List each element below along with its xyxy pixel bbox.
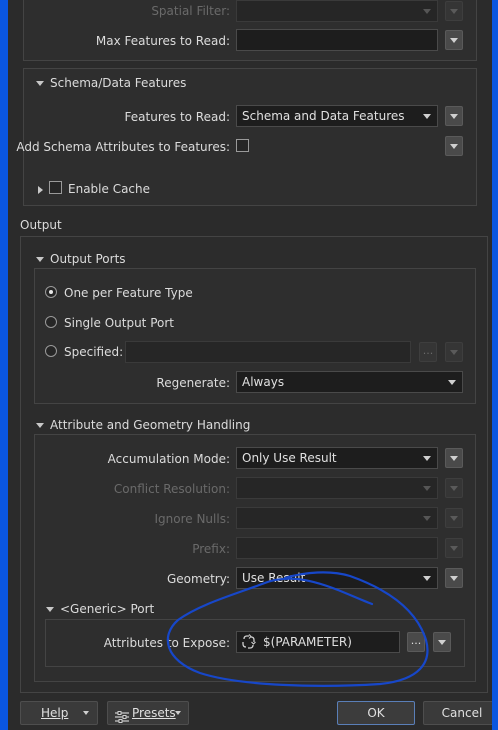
add-schema-attributes-checkbox[interactable] — [236, 139, 249, 152]
accumulation-mode-menu-button[interactable] — [445, 448, 463, 468]
features-to-read-combo[interactable]: Schema and Data Features — [236, 105, 438, 127]
geometry-menu-button[interactable] — [445, 568, 463, 588]
spatial-filter-menu-button — [445, 1, 463, 21]
help-button[interactable]: Help — [20, 701, 98, 725]
presets-icon — [115, 708, 129, 723]
features-to-read-menu-button[interactable] — [445, 106, 463, 126]
generic-port-header[interactable]: <Generic> Port — [46, 602, 154, 616]
regenerate-label: Regenerate: — [156, 376, 230, 390]
conflict-resolution-menu-button — [445, 478, 463, 498]
expand-arrow-icon — [38, 185, 43, 194]
max-features-input[interactable] — [236, 29, 438, 51]
parameters-dialog: Spatial Filter: Max Features to Read: Sc… — [8, 0, 492, 730]
ignore-nulls-label: Ignore Nulls: — [154, 512, 230, 526]
accumulation-mode-label: Accumulation Mode: — [107, 452, 230, 466]
collapse-arrow-icon — [36, 257, 44, 262]
prefix-label: Prefix: — [192, 542, 230, 556]
specified-ellipsis-button: ... — [419, 342, 437, 362]
spatial-filter-label: Spatial Filter: — [151, 4, 230, 18]
output-ports-header[interactable]: Output Ports — [36, 252, 126, 266]
cancel-button[interactable]: Cancel — [423, 701, 492, 725]
single-output-port-label: Single Output Port — [64, 316, 174, 330]
conflict-resolution-combo — [236, 477, 438, 499]
specified-menu-button — [445, 342, 463, 362]
chevron-down-icon — [83, 711, 89, 715]
one-per-feature-type-label: One per Feature Type — [64, 286, 193, 300]
parameter-icon — [241, 634, 257, 650]
specified-label: Specified: — [64, 345, 124, 359]
enable-cache-checkbox[interactable] — [49, 181, 62, 194]
schema-data-features-header[interactable]: Schema/Data Features — [36, 76, 186, 90]
accumulation-mode-combo[interactable]: Only Use Result — [236, 447, 438, 469]
spatial-filter-combo — [236, 0, 438, 22]
max-features-label: Max Features to Read: — [95, 34, 230, 48]
conflict-resolution-label: Conflict Resolution: — [113, 482, 230, 496]
ok-button[interactable]: OK — [337, 701, 415, 725]
enable-cache-label: Enable Cache — [68, 182, 151, 196]
collapse-arrow-icon — [36, 81, 44, 86]
chevron-down-icon — [175, 711, 181, 715]
one-per-feature-type-radio[interactable] — [45, 286, 57, 298]
regenerate-combo[interactable]: Always — [236, 371, 463, 393]
collapse-arrow-icon — [46, 607, 54, 612]
single-output-port-radio[interactable] — [45, 316, 57, 328]
presets-button[interactable]: Presets — [107, 701, 189, 725]
prefix-input — [236, 537, 438, 559]
attr-geom-header[interactable]: Attribute and Geometry Handling — [36, 418, 250, 432]
specified-input — [125, 341, 411, 363]
geometry-combo[interactable]: Use Result — [236, 567, 438, 589]
add-schema-attributes-menu-button[interactable] — [445, 136, 463, 156]
attributes-to-expose-ellipsis-button[interactable]: ... — [407, 632, 425, 652]
add-schema-attributes-label: Add Schema Attributes to Features: — [16, 140, 230, 154]
prefix-menu-button — [445, 538, 463, 558]
features-to-read-label: Features to Read: — [124, 110, 230, 124]
geometry-label: Geometry: — [166, 572, 230, 586]
attributes-to-expose-menu-button[interactable] — [433, 632, 451, 652]
collapse-arrow-icon — [36, 423, 44, 428]
enable-cache-expander[interactable] — [38, 182, 43, 196]
ignore-nulls-combo — [236, 507, 438, 529]
max-features-menu-button[interactable] — [445, 30, 463, 50]
attributes-to-expose-label: Attributes to Expose: — [103, 636, 230, 650]
attributes-to-expose-input[interactable]: $(PARAMETER) — [236, 631, 400, 653]
output-section-title: Output — [20, 218, 62, 232]
specified-radio[interactable] — [45, 345, 57, 357]
ignore-nulls-menu-button — [445, 508, 463, 528]
